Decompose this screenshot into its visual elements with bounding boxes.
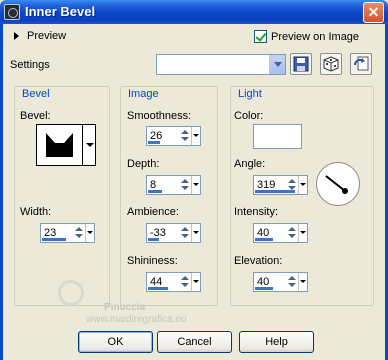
smoothness-level-bar <box>148 141 160 144</box>
elevation-level-bar <box>255 287 273 290</box>
checkbox-checked-icon[interactable] <box>254 30 267 43</box>
color-label: Color: <box>234 110 264 122</box>
smoothness-spinner[interactable]: 26 <box>146 126 201 146</box>
spin-arrows-icon[interactable] <box>286 274 297 290</box>
width-label: Width: <box>20 206 52 218</box>
elevation-spinner[interactable]: 40 <box>253 272 308 292</box>
spin-arrows-icon[interactable] <box>286 177 297 193</box>
spin-arrows-icon[interactable] <box>179 225 190 241</box>
bevel-label: Bevel: <box>20 110 51 122</box>
spin-dropdown-icon[interactable] <box>191 176 200 194</box>
angle-dial[interactable] <box>316 162 360 206</box>
angle-spinner[interactable]: 319 <box>253 175 308 195</box>
spin-dropdown-icon[interactable] <box>191 273 200 291</box>
close-button[interactable]: ✕ <box>363 2 384 23</box>
preview-toggle[interactable]: Preview <box>14 30 66 42</box>
preview-on-image-label: Preview on Image <box>271 30 360 43</box>
intensity-spinner[interactable]: 40 <box>253 223 308 243</box>
spin-arrows-icon[interactable] <box>179 177 190 193</box>
spin-dropdown-icon[interactable] <box>298 176 307 194</box>
intensity-level-bar <box>255 238 273 241</box>
ambience-level-bar <box>148 238 159 241</box>
shininess-label: Shininess: <box>127 255 178 267</box>
bevel-shape-preview[interactable] <box>36 124 83 166</box>
spin-dropdown-icon[interactable] <box>298 224 307 242</box>
spin-dropdown-icon[interactable] <box>85 224 94 242</box>
settings-label: Settings <box>10 59 50 71</box>
light-color-swatch[interactable] <box>253 124 302 149</box>
spin-dropdown-icon[interactable] <box>191 224 200 242</box>
width-spinner[interactable]: 23 <box>40 223 95 243</box>
watermark-url: www.maidiregrafica.eu <box>86 314 187 325</box>
preview-on-image-checkbox[interactable]: Preview on Image <box>254 30 359 43</box>
spin-arrows-icon[interactable] <box>179 128 190 144</box>
reset-icon <box>354 56 369 71</box>
intensity-label: Intensity: <box>234 206 279 218</box>
bevel-shape-icon <box>46 133 73 157</box>
help-button[interactable]: Help <box>239 331 314 353</box>
preview-label: Preview <box>27 30 67 42</box>
bevel-dropdown-button[interactable] <box>83 124 96 166</box>
ambience-label: Ambience: <box>127 206 179 218</box>
angle-dial-icon <box>325 175 348 194</box>
shininess-spinner[interactable]: 44 <box>146 272 201 292</box>
spin-arrows-icon[interactable] <box>286 225 297 241</box>
image-group-title: Image <box>126 88 161 100</box>
watermark-name: Pinuccia <box>104 302 146 313</box>
spin-arrows-icon[interactable] <box>179 274 190 290</box>
elevation-label: Elevation: <box>234 255 283 267</box>
smoothness-label: Smoothness: <box>127 110 192 122</box>
save-preset-icon <box>293 56 309 72</box>
ok-button[interactable]: OK <box>78 331 153 353</box>
depth-spinner[interactable]: 8 <box>146 175 201 195</box>
settings-dropdown[interactable] <box>156 54 286 75</box>
watermark-logo-icon <box>58 280 84 306</box>
chevron-down-icon[interactable] <box>269 55 285 74</box>
reset-button[interactable] <box>350 53 372 75</box>
spin-arrows-icon[interactable] <box>73 225 84 241</box>
bevel-group-title: Bevel <box>20 88 52 100</box>
ambience-spinner[interactable]: -33 <box>146 223 201 243</box>
title-bar: Inner Bevel ✕ <box>0 0 388 24</box>
window-title: Inner Bevel <box>25 4 96 19</box>
spin-dropdown-icon[interactable] <box>191 127 200 145</box>
expand-triangle-icon <box>14 32 19 40</box>
randomize-icon <box>323 56 339 72</box>
angle-label: Angle: <box>234 158 266 170</box>
shininess-level-bar <box>148 287 168 290</box>
save-preset-button[interactable] <box>290 53 312 75</box>
app-icon[interactable] <box>4 4 20 20</box>
width-level-bar <box>42 238 66 241</box>
randomize-button[interactable] <box>320 53 342 75</box>
spin-dropdown-icon[interactable] <box>298 273 307 291</box>
light-group-title: Light <box>236 88 264 100</box>
cancel-button[interactable]: Cancel <box>157 331 232 353</box>
depth-level-bar <box>148 190 162 193</box>
depth-label: Depth: <box>127 158 160 170</box>
